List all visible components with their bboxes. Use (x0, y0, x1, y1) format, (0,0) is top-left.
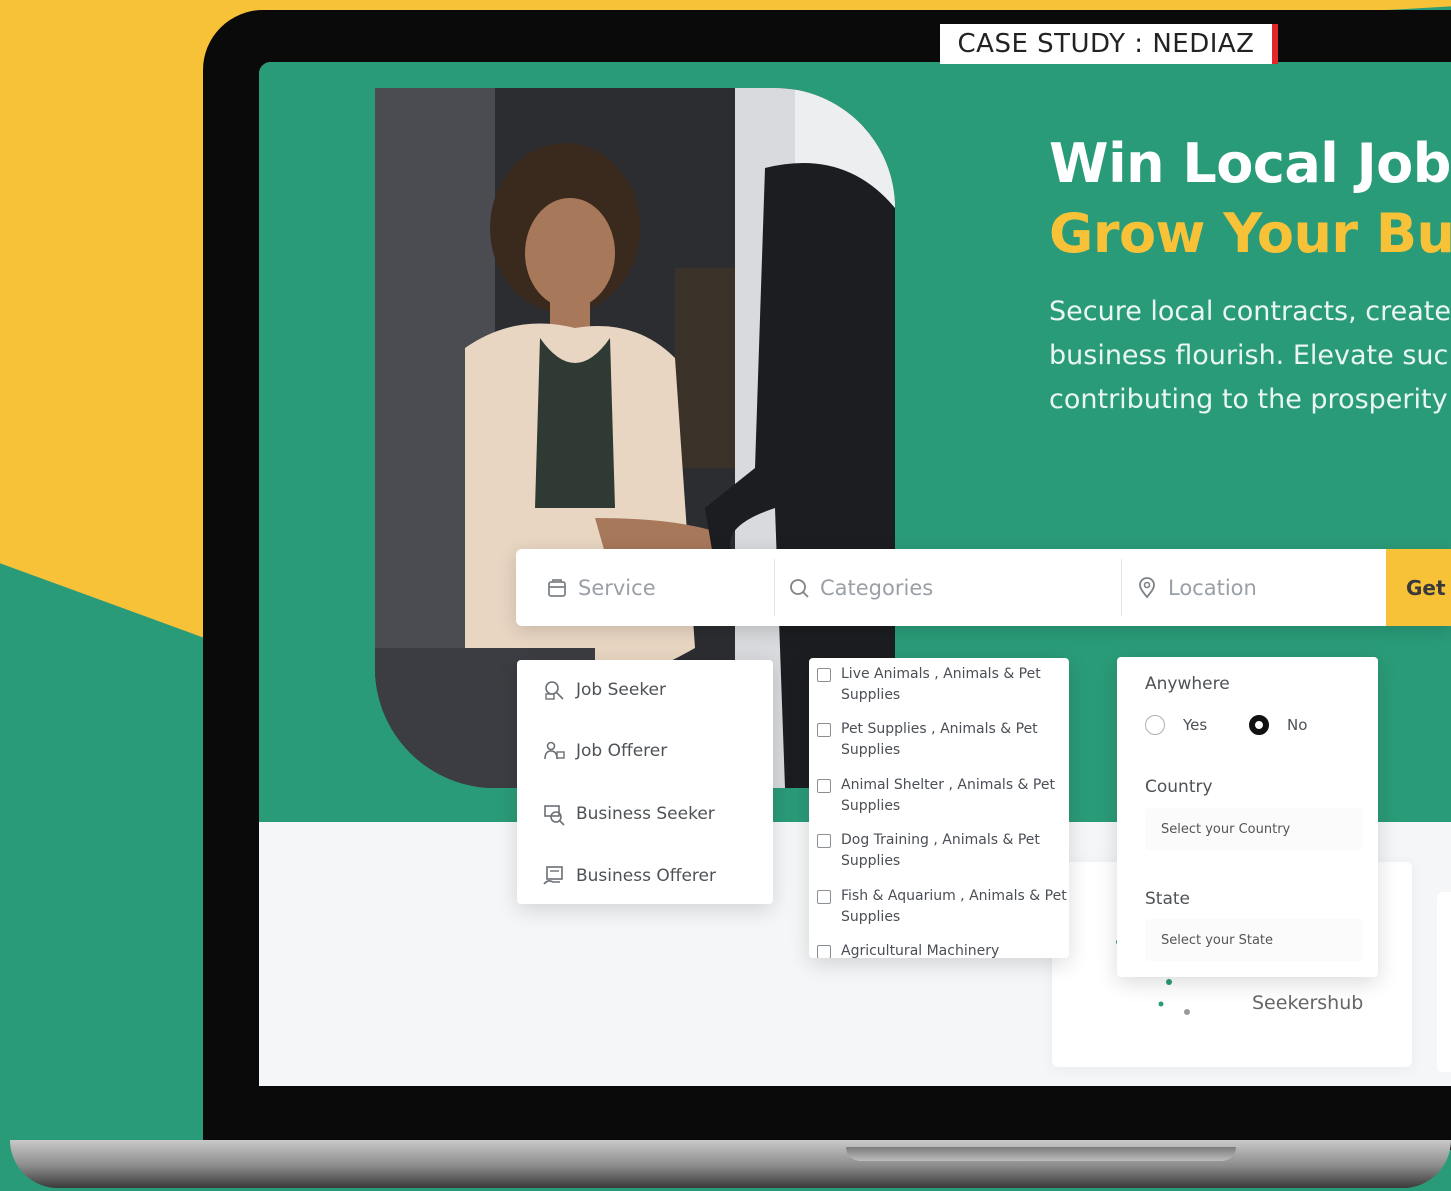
search-divider (774, 559, 775, 616)
category-option[interactable]: Agricultural Machinery (817, 941, 999, 958)
checkbox[interactable] (817, 834, 831, 848)
service-option-business-offerer[interactable]: Business Offerer (542, 864, 716, 888)
job-seeker-icon (545, 681, 564, 700)
categories-dropdown: Live Animals , Animals & Pet Supplies Pet… (809, 658, 1069, 958)
category-option[interactable]: Live Animals , Animals & Pet Supplies (817, 664, 1041, 706)
category-label-cont: Supplies (841, 909, 901, 925)
hero-description-line: contributing to the prosperity (1049, 384, 1448, 415)
category-label-cont: Supplies (841, 853, 901, 869)
country-label: Country (1145, 777, 1213, 797)
category-label: Fish & Aquarium , Animals & Pet (841, 888, 1067, 904)
categories-placeholder: Categories (820, 575, 934, 600)
service-option-label: Business Offerer (576, 866, 716, 886)
hero-description: Secure local contracts, create business … (1049, 290, 1451, 422)
service-option-business-seeker[interactable]: Business Seeker (542, 802, 715, 826)
service-option-label: Business Seeker (576, 804, 715, 824)
category-label: Animal Shelter , Animals & Pet (841, 777, 1055, 793)
service-option-job-seeker[interactable]: Job Seeker (542, 678, 666, 702)
case-study-tag: CASE STUDY : NEDIAZ (940, 24, 1278, 64)
service-placeholder: Service (578, 575, 656, 600)
category-label: Dog Training , Animals & Pet (841, 832, 1040, 848)
search-divider (1121, 559, 1122, 616)
checkbox[interactable] (817, 890, 831, 904)
radio-yes[interactable] (1145, 715, 1165, 735)
checkbox[interactable] (817, 945, 831, 958)
checkbox[interactable] (817, 668, 831, 682)
hero-description-line: business flourish. Elevate suc (1049, 340, 1449, 371)
category-option[interactable]: Fish & Aquarium , Animals & Pet Supplies (817, 886, 1067, 928)
map-pin-icon (1136, 576, 1158, 599)
category-label: Agricultural Machinery (841, 943, 1000, 958)
info-card-partial (1437, 892, 1451, 1072)
business-seeker-icon (544, 805, 565, 826)
category-option[interactable]: Animal Shelter , Animals & Pet Supplies (817, 775, 1055, 817)
category-label: Pet Supplies , Animals & Pet (841, 721, 1038, 737)
location-dropdown: Anywhere Yes No Country Select your Coun… (1117, 657, 1378, 977)
category-label-cont: Supplies (841, 687, 901, 703)
service-dropdown: Job Seeker Job Offerer Business Seeker B… (517, 660, 773, 904)
checkbox[interactable] (817, 779, 831, 793)
hero-subtitle: Grow Your Bus (1049, 202, 1451, 265)
service-option-label: Job Seeker (576, 680, 667, 700)
search-icon (788, 577, 810, 599)
category-label-cont: Supplies (841, 798, 901, 814)
hero-title: Win Local Jobs (1049, 132, 1451, 195)
briefcase-icon (546, 577, 568, 599)
category-option[interactable]: Pet Supplies , Animals & Pet Supplies (817, 719, 1038, 761)
search-bar: Service Categories Location Get (516, 549, 1451, 626)
job-offerer-icon (544, 741, 565, 760)
checkbox[interactable] (817, 723, 831, 737)
country-select[interactable]: Select your Country (1145, 808, 1363, 850)
service-field[interactable]: Service (546, 549, 766, 626)
get-button[interactable]: Get (1386, 549, 1451, 626)
category-label: Live Animals , Animals & Pet (841, 666, 1041, 682)
state-label: State (1145, 889, 1190, 909)
state-select[interactable]: Select your State (1145, 919, 1363, 961)
hero-description-line: Secure local contracts, create (1049, 296, 1451, 327)
yes-label: Yes (1183, 716, 1208, 734)
service-option-label: Job Offerer (576, 741, 668, 761)
service-option-job-offerer[interactable]: Job Offerer (542, 739, 667, 763)
radio-no[interactable] (1249, 715, 1269, 735)
location-placeholder: Location (1168, 575, 1257, 600)
anywhere-label: Anywhere (1145, 674, 1230, 694)
no-label: No (1287, 716, 1308, 734)
card-label: Seekershub (1252, 992, 1364, 1014)
category-option[interactable]: Dog Training , Animals & Pet Supplies (817, 830, 1040, 872)
categories-field[interactable]: Categories (788, 549, 1108, 626)
category-label-cont: Supplies (841, 742, 901, 758)
location-field[interactable]: Location (1136, 549, 1376, 626)
business-offerer-icon (543, 866, 563, 885)
laptop-screen: Win Local Jobs Grow Your Bus Secure loca… (259, 62, 1451, 1086)
laptop-notch (846, 1147, 1236, 1161)
